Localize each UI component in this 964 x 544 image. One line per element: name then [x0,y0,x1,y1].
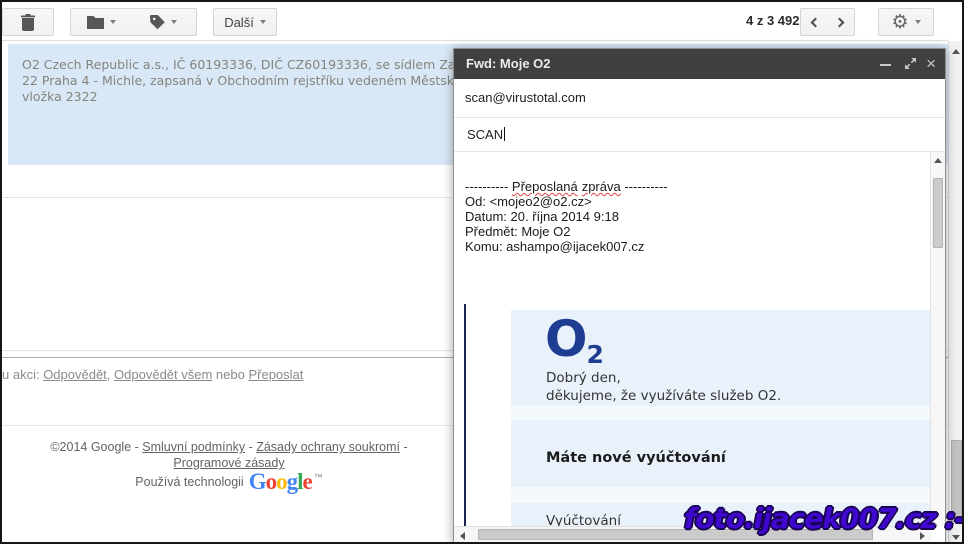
compose-titlebar[interactable]: Fwd: Moje O2 × [454,49,945,79]
clipped-text-line: Vyúčtování [546,513,621,526]
gear-icon: ⚙ [891,13,908,32]
powered-by-text: Používá technologii [135,475,243,489]
forwarded-subject-line: Předmět: Moje O2 [465,224,668,239]
label-icon [150,15,165,30]
minimize-icon[interactable] [880,64,891,66]
google-letter: o [266,469,277,494]
misspelled-word: zpráva [582,179,621,194]
privacy-link[interactable]: Zásady ochrany soukromí [256,440,400,454]
scroll-up-arrow[interactable] [952,49,960,54]
content-stripe [511,406,931,420]
greeting-line: Dobrý den, [546,370,621,386]
move-to-button[interactable] [70,8,132,36]
terms-link[interactable]: Smluvní podmínky [142,440,245,454]
toolbar: Další 4 z 3 492 ⚙ [0,0,948,41]
reply-all-link[interactable]: Odpovědět všem [114,367,212,382]
footer-separator-text: - [400,440,408,454]
dashes: ---------- [621,179,668,194]
forward-link[interactable]: Přeposlat [248,367,303,382]
google-letter: g [287,469,298,494]
folder-icon [87,16,104,29]
action-separator: nebo [212,367,248,382]
chevron-left-icon [811,17,821,27]
action-separator: , [107,367,114,382]
quote-border [464,304,466,526]
chevron-right-icon [834,17,844,27]
google-letter: e [302,469,311,494]
forwarded-to-line: Komu: ashampo@ijacek007.cz [465,239,668,254]
subject-field[interactable]: SCAN [454,118,945,152]
chevron-down-icon [260,20,266,24]
forwarded-header: ---------- Přeposlaná zpráva ---------- O… [465,179,668,254]
content-stripe [511,487,931,503]
message-body-editor[interactable]: ---------- Přeposlaná zpráva ---------- O… [454,152,931,526]
delete-button[interactable] [2,8,54,36]
trash-icon [21,14,35,31]
quick-action-line: u akci: Odpovědět, Odpovědět všem nebo P… [2,367,303,382]
action-prefix: u akci: [2,367,43,382]
powered-by-google: Používá technologii Google ™ [0,470,458,493]
greeting-line: děkujeme, že využíváte služeb O2. [546,388,781,404]
forwarded-from-line: Od: <mojeo2@o2.cz> [465,194,668,209]
chevron-down-icon [110,20,116,24]
older-conversation-button[interactable] [827,8,855,36]
close-icon[interactable]: × [926,53,936,75]
o2-logo-letter: O [545,310,588,368]
popout-icon[interactable] [905,58,916,69]
pagination-counter: 4 z 3 492 [746,13,800,28]
copyright-text: ©2014 Google - [50,440,142,454]
photo-watermark: foto.ijacek007.cz :-) [684,502,964,535]
dashes: ---------- [465,179,512,194]
settings-button[interactable]: ⚙ [878,8,934,36]
chevron-down-icon [171,20,177,24]
reply-link[interactable]: Odpovědět [43,367,107,382]
forwarded-header-line: ---------- Přeposlaná zpráva ---------- [465,179,668,194]
program-policies-link[interactable]: Programové zásady [173,456,284,470]
compose-title: Fwd: Moje O2 [466,49,551,79]
scroll-down-arrow[interactable] [952,535,960,540]
google-letter: G [249,469,266,494]
recipient-field[interactable]: scan@virustotal.com [454,79,945,118]
text-cursor [504,127,505,141]
o2-email-content: O2 Dobrý den, děkujeme, že využíváte slu… [511,310,931,526]
scroll-up-arrow[interactable] [934,158,942,163]
billing-heading: Máte nové vyúčtování [546,450,726,466]
trademark-symbol: ™ [314,472,323,482]
more-button-label: Další [224,15,254,30]
compose-window: Fwd: Moje O2 × scan@virustotal.com SCAN … [453,48,946,544]
more-button[interactable]: Další [213,8,277,36]
google-footer: ©2014 Google - Smluvní podmínky - Zásady… [0,439,458,471]
newer-conversation-button[interactable] [800,8,828,36]
subject-text: SCAN [467,127,503,142]
compose-vertical-scrollbar[interactable] [930,152,945,526]
chevron-down-icon [915,20,921,24]
misspelled-word: Přeposlaná [512,179,578,194]
forwarded-date-line: Datum: 20. října 2014 9:18 [465,209,668,224]
google-logo: Google [249,470,312,493]
compose-vscroll-thumb[interactable] [933,178,943,248]
labels-button[interactable] [131,8,197,36]
o2-logo: O2 [545,310,605,368]
o2-logo-subscript: 2 [587,340,604,369]
page-scrollbar[interactable] [948,41,964,544]
footer-separator-text: - [245,440,256,454]
google-letter: o [276,469,287,494]
scroll-left-arrow[interactable] [460,532,465,540]
